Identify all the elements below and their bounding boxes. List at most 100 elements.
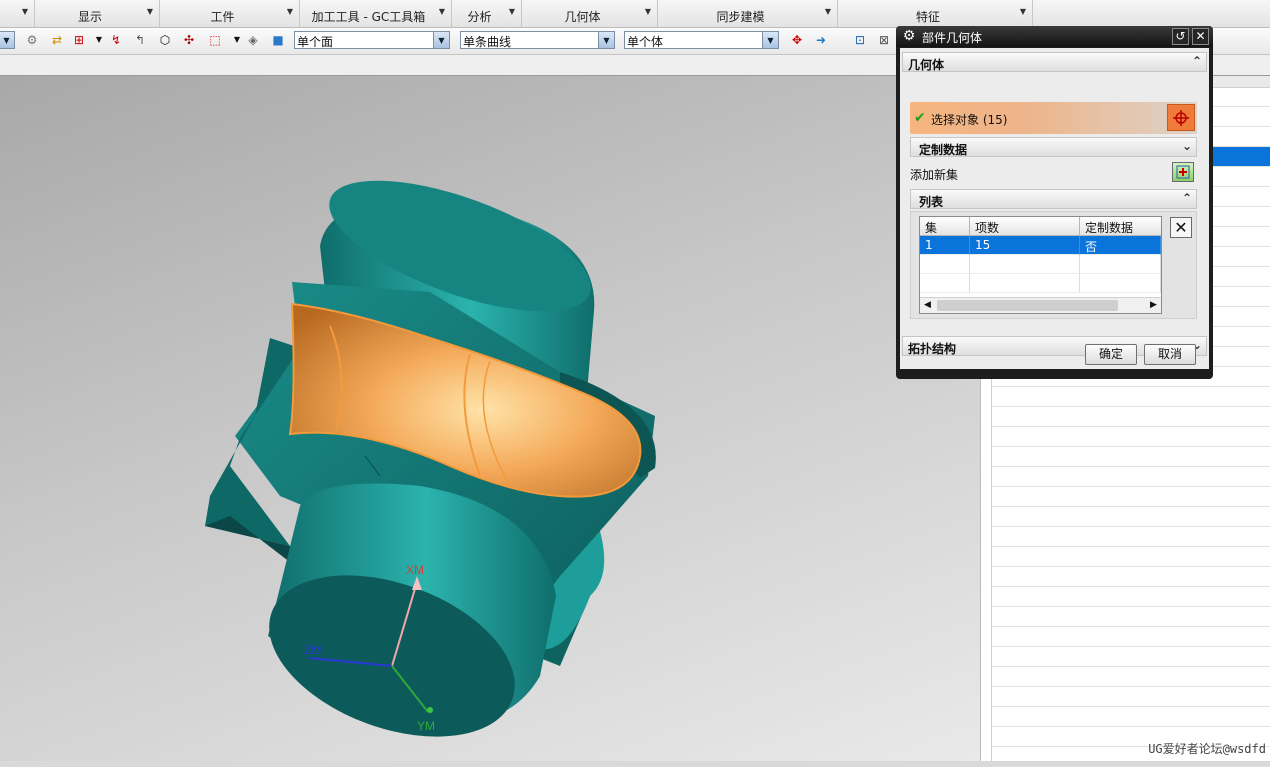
scroll-right-icon[interactable]: ▶ — [1146, 298, 1161, 313]
filter-icon[interactable]: ⚙ — [24, 32, 40, 48]
dropdown-arrow-icon[interactable]: ▼ — [825, 7, 831, 16]
arrow-right-icon[interactable]: ➜ — [813, 32, 829, 48]
zoom-icon[interactable]: ⊡ — [852, 32, 868, 48]
point-icon[interactable]: ↯ — [108, 32, 124, 48]
view-icon[interactable]: ⊠ — [876, 32, 892, 48]
axis-z-label: ZM — [304, 643, 321, 657]
box-select-icon[interactable]: ⬚ — [207, 32, 223, 48]
navigator-row[interactable] — [992, 467, 1270, 487]
solid-icon[interactable]: ◈ — [245, 32, 261, 48]
navigator-row[interactable] — [992, 587, 1270, 607]
curve-filter-dropdown[interactable]: 单条曲线 ▼ — [460, 31, 615, 49]
add-new-set-button[interactable] — [1172, 162, 1194, 182]
axis-y-label: YM — [417, 719, 435, 733]
column-header-count[interactable]: 项数 — [970, 217, 1080, 236]
type-filter-dropdown[interactable]: ▼ — [0, 31, 15, 49]
ribbon-group-0[interactable]: ▼ — [0, 0, 35, 27]
navigator-row[interactable] — [992, 627, 1270, 647]
section-custom-data-title: 定制数据 — [919, 143, 968, 157]
close-icon[interactable]: ✕ — [1192, 28, 1209, 45]
dialog-body: 几何体 ⌃ ✔ 选择对象 (15) 定制数据 ⌄ 添加新集 列表 ⌃ 集 项数 … — [900, 48, 1209, 369]
chevron-down-icon[interactable]: ▼ — [598, 32, 614, 48]
reset-icon[interactable]: ↺ — [1172, 28, 1189, 45]
close-icon: ✕ — [1174, 218, 1188, 237]
column-header-custom-data[interactable]: 定制数据 — [1080, 217, 1161, 236]
dialog-title-bar[interactable]: ⚙ 部件几何体 ↺ ✕ — [896, 26, 1213, 47]
navigator-row[interactable] — [992, 687, 1270, 707]
section-topology-title: 拓扑结构 — [908, 342, 957, 356]
section-geometry-header[interactable]: 几何体 ⌃ — [902, 52, 1207, 72]
navigator-row[interactable] — [992, 607, 1270, 627]
navigator-row[interactable] — [992, 647, 1270, 667]
gear-icon[interactable]: ⚙ — [901, 28, 917, 44]
horizontal-scrollbar[interactable]: ◀ ▶ — [920, 297, 1161, 313]
chevron-down-icon[interactable]: ⌄ — [1182, 139, 1192, 153]
axis-x-label: XM — [406, 563, 424, 577]
navigator-row[interactable] — [992, 487, 1270, 507]
ribbon-group-label: 几何体 — [564, 10, 601, 24]
navigator-row[interactable] — [992, 667, 1270, 687]
graphics-viewport[interactable]: XM ZM YM — [0, 76, 980, 761]
hexagon-icon[interactable]: ⬡ — [157, 32, 173, 48]
chevron-up-icon[interactable]: ⌃ — [1182, 191, 1192, 205]
chevron-up-icon[interactable]: ⌃ — [1192, 54, 1202, 68]
navigator-row[interactable] — [992, 707, 1270, 727]
select-object-row[interactable]: ✔ 选择对象 (15) — [910, 102, 1197, 134]
dropdown-arrow-icon[interactable]: ▼ — [509, 7, 515, 16]
table-cell-custom-data[interactable]: 否 — [1080, 236, 1161, 255]
navigator-row[interactable] — [992, 567, 1270, 587]
dropdown-arrow-icon[interactable]: ▼ — [91, 32, 107, 48]
scroll-left-icon[interactable]: ◀ — [920, 298, 935, 313]
ribbon-group-label: 显示 — [77, 10, 102, 24]
part-model[interactable]: XM ZM YM — [0, 76, 980, 761]
dropdown-arrow-icon[interactable]: ▼ — [439, 7, 445, 16]
dropdown-arrow-icon[interactable]: ▼ — [1020, 7, 1026, 16]
cube-icon[interactable]: ■ — [270, 32, 286, 48]
body-filter-dropdown[interactable]: 单个体 ▼ — [624, 31, 779, 49]
chevron-down-icon[interactable]: ▼ — [433, 32, 449, 48]
dropdown-arrow-icon[interactable]: ▼ — [22, 7, 28, 16]
check-icon: ✔ — [914, 110, 926, 126]
chevron-down-icon[interactable]: ▼ — [762, 32, 778, 48]
dropdown-arrow-icon[interactable]: ▼ — [287, 7, 293, 16]
ribbon-group-gc-toolkit[interactable]: 加工工具 - GC工具箱 ▼ — [300, 0, 452, 27]
face-icon[interactable]: ✣ — [181, 32, 197, 48]
delete-set-button[interactable]: ✕ — [1170, 217, 1192, 238]
section-custom-data-header[interactable]: 定制数据 ⌄ — [910, 137, 1197, 157]
navigator-row[interactable] — [992, 527, 1270, 547]
select-object-label: 选择对象 (15) — [931, 113, 1008, 127]
ribbon-group-analysis[interactable]: 分析 ▼ — [452, 0, 522, 27]
ribbon-group-sync-modeling[interactable]: 同步建模 ▼ — [658, 0, 838, 27]
ribbon-group-display[interactable]: 显示 ▼ — [35, 0, 160, 27]
select-icon[interactable]: ⊞ — [71, 32, 87, 48]
navigator-row[interactable] — [992, 507, 1270, 527]
column-header-set[interactable]: 集 — [920, 217, 970, 236]
dropdown-arrow-icon[interactable]: ▼ — [147, 7, 153, 16]
navigator-row[interactable] — [992, 547, 1270, 567]
redo-icon[interactable]: ✥ — [789, 32, 805, 48]
ok-button[interactable]: 确定 — [1085, 344, 1137, 365]
snap-icon[interactable]: ⇄ — [49, 32, 65, 48]
chevron-down-icon[interactable]: ▼ — [0, 32, 14, 48]
ribbon-group-label: 加工工具 - GC工具箱 — [311, 10, 426, 24]
select-object-button[interactable] — [1167, 104, 1195, 131]
scroll-thumb[interactable] — [937, 300, 1118, 311]
dropdown-arrow-icon[interactable]: ▼ — [229, 32, 245, 48]
section-list-header[interactable]: 列表 ⌃ — [910, 189, 1197, 209]
ribbon-group-bar: ▼ 显示 ▼ 工件 ▼ 加工工具 - GC工具箱 ▼ 分析 ▼ 几何体 ▼ 同步… — [0, 0, 1270, 28]
navigator-row[interactable] — [992, 447, 1270, 467]
cancel-button[interactable]: 取消 — [1144, 344, 1196, 365]
table-cell-count[interactable]: 15 — [970, 236, 1080, 255]
face-filter-dropdown[interactable]: 单个面 ▼ — [294, 31, 450, 49]
curve-icon[interactable]: ↰ — [132, 32, 148, 48]
table-cell-set[interactable]: 1 — [920, 236, 970, 255]
part-geometry-dialog: ⚙ 部件几何体 ↺ ✕ 几何体 ⌃ ✔ 选择对象 (15) 定制数据 ⌄ 添加新… — [896, 26, 1213, 379]
navigator-row[interactable] — [992, 387, 1270, 407]
ribbon-group-workpiece[interactable]: 工件 ▼ — [160, 0, 300, 27]
navigator-row[interactable] — [992, 407, 1270, 427]
dropdown-arrow-icon[interactable]: ▼ — [645, 7, 651, 16]
sets-table[interactable]: 集 项数 定制数据 1 15 否 ◀ ▶ — [919, 216, 1162, 314]
ribbon-group-feature[interactable]: 特征 ▼ — [838, 0, 1033, 27]
navigator-row[interactable] — [992, 427, 1270, 447]
ribbon-group-geometry[interactable]: 几何体 ▼ — [522, 0, 658, 27]
